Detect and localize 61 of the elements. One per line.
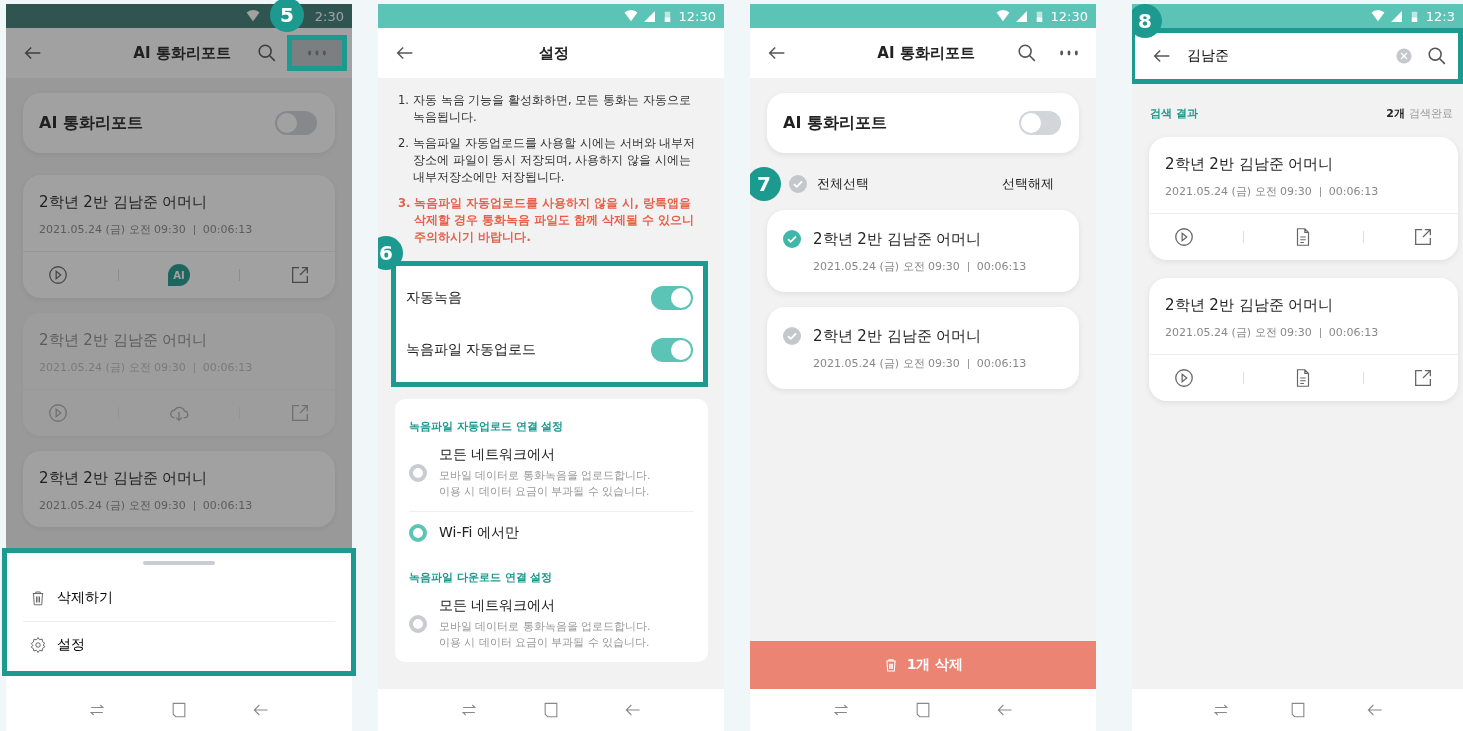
step-badge: 5: [270, 0, 304, 32]
toggle-label: 녹음파일 자동업로드: [406, 341, 537, 359]
results-title: 검색 결과: [1150, 106, 1198, 121]
call-duration: 00:06:13: [1328, 326, 1379, 339]
search-bar[interactable]: 김남준: [1132, 28, 1463, 84]
option-label: 모든 네트워크에서: [439, 446, 557, 464]
option-label: 모든 네트워크에서: [439, 597, 557, 615]
call-datetime: 2021.05.24 (금) 오전 09:30: [1165, 184, 1312, 199]
call-card[interactable]: 2학년 2반 김남준 어머니 2021.05.24 (금) 오전 09:30 00:06:13 AI: [23, 175, 335, 298]
call-card[interactable]: 2학년 2반 김남준 어머니 2021.05.24 (금) 오전 09:30 00:06:13: [23, 451, 335, 527]
search-status: 검색완료: [1409, 107, 1453, 120]
call-card[interactable]: 2학년 2반 김남준 어머니 2021.05.24 (금) 오전 09:30 00:06:13: [1149, 137, 1458, 260]
feature-label: AI 통화리포트: [39, 112, 143, 134]
call-title: 2학년 2반 김남준 어머니: [39, 331, 209, 350]
call-duration: 00:06:13: [202, 499, 253, 512]
call-title: 2학년 2반 김남준 어머니: [813, 327, 983, 346]
call-card[interactable]: 2학년 2반 김남준 어머니 2021.05.24 (금) 오전 09:30 00:06:13: [767, 307, 1079, 389]
screen-title: AI 통화리포트: [132, 43, 232, 63]
option-label: Wi-Fi 에서만: [439, 524, 519, 542]
section-title: 녹음파일 자동업로드 연결 설정: [409, 419, 565, 434]
select-all-label: 전체선택: [817, 175, 869, 193]
call-datetime: 2021.05.24 (금) 오전 09:30: [39, 498, 186, 513]
note-text: 녹음파일 자동업로드를 사용할 시에는 서버와 내부저장소에 파일이 동시 저장되며, 사용하지 않을 시에는 내부저장소에만 저장됩니다.: [413, 135, 697, 186]
toggle-label: 자동녹음: [406, 289, 462, 307]
call-title: 2학년 2반 김남준 어머니: [39, 193, 209, 212]
screen-title: AI 통화리포트: [876, 43, 976, 63]
status-time: 12:30: [1050, 8, 1088, 24]
note-text: 녹음파일 자동업로드를 사용하지 않을 시, 랑톡앱을 삭제할 경우 통화녹음 파일도 함께 삭제될 수 있으니 주의하시기 바랍니다.: [414, 195, 696, 246]
feature-label: AI 통화리포트: [783, 112, 887, 134]
call-title: 2학년 2반 김남준 어머니: [813, 230, 983, 249]
call-title: 2학년 2반 김남준 어머니: [1165, 155, 1335, 174]
note-text: 자동 녹음 기능을 활성화하면, 모든 통화는 자동으로 녹음됩니다.: [413, 92, 692, 126]
call-duration: 00:06:13: [1328, 185, 1379, 198]
status-time: 12:30: [678, 8, 716, 24]
call-datetime: 2021.05.24 (금) 오전 09:30: [1165, 325, 1312, 340]
status-time: 12:3: [1425, 8, 1455, 24]
call-duration: 00:06:13: [976, 357, 1027, 370]
section-title: 녹음파일 다운로드 연결 설정: [409, 570, 554, 585]
status-time: 2:30: [314, 8, 344, 24]
step-badge: 7: [750, 167, 781, 201]
note-number: 3.: [398, 195, 411, 212]
call-datetime: 2021.05.24 (금) 오전 09:30: [813, 259, 960, 274]
menu-item[interactable]: 삭제하기: [23, 575, 335, 621]
call-card[interactable]: 2학년 2반 김남준 어머니 2021.05.24 (금) 오전 09:30 00:06:13: [1149, 278, 1458, 401]
option-description: 모바일 데이터로 통화녹음을 업로드합니다. 이용 시 데이터 요금이 부과될 수 있습니다.: [439, 468, 651, 499]
result-count: 2개: [1386, 107, 1405, 120]
step-badge: 6: [378, 236, 403, 270]
menu-item[interactable]: 설정: [23, 621, 335, 667]
call-duration: 00:06:13: [976, 260, 1027, 273]
option-description: 모바일 데이터로 통화녹음을 업로드합니다. 이용 시 데이터 요금이 부과될 수 있습니다.: [439, 619, 651, 650]
call-card[interactable]: 2학년 2반 김남준 어머니 2021.05.24 (금) 오전 09:30 00:06:13: [767, 210, 1079, 292]
call-duration: 00:06:13: [202, 223, 253, 236]
deselect-link[interactable]: 선택해제: [1002, 175, 1054, 193]
search-field[interactable]: 김남준: [1185, 47, 1382, 65]
call-datetime: 2021.05.24 (금) 오전 09:30: [813, 356, 960, 371]
note-number: 2.: [398, 135, 409, 152]
call-title: 2학년 2반 김남준 어머니: [39, 469, 209, 488]
screen-title: 설정: [538, 43, 570, 63]
call-datetime: 2021.05.24 (금) 오전 09:30: [39, 222, 186, 237]
call-title: 2학년 2반 김남준 어머니: [1165, 296, 1335, 315]
note-number: 1.: [398, 92, 409, 109]
